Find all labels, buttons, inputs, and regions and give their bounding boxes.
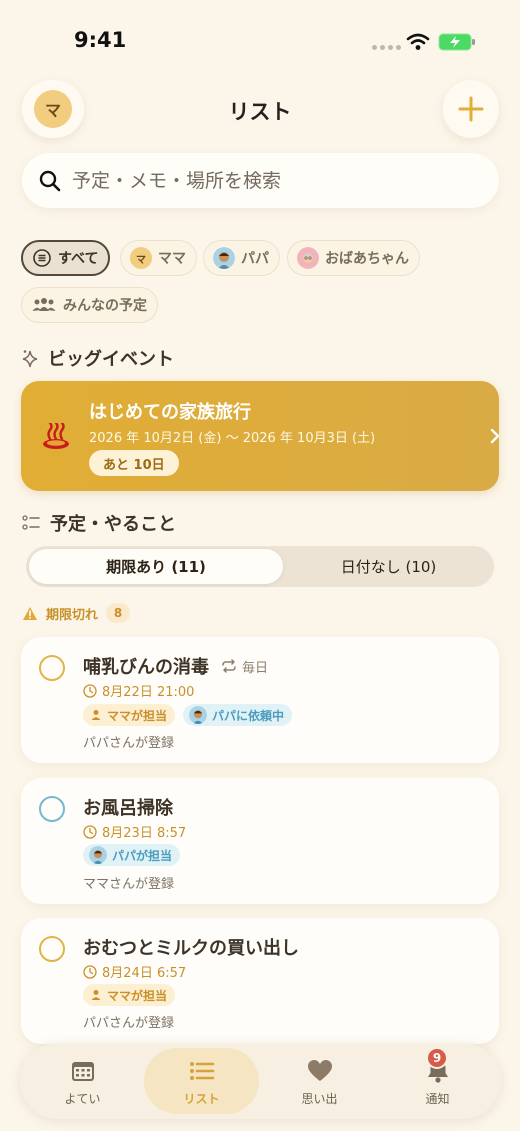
- notification-badge: 9: [426, 1047, 448, 1069]
- big-event-heading: ビッグイベント: [22, 345, 174, 371]
- filter-chip-everyone[interactable]: みんなの予定: [21, 287, 158, 323]
- task-owner: パパさんが登録: [83, 736, 175, 751]
- filter-chip-label: パパ: [241, 251, 269, 267]
- task-owner: パパさんが登録: [83, 1016, 175, 1031]
- big-event-card[interactable]: はじめての家族旅行 2026 年 10月2日 (金) 〜 2026 年 10月3…: [21, 381, 500, 491]
- task-due: 8月23日 8:57: [83, 822, 186, 841]
- task-tags: パパが担当: [83, 844, 181, 866]
- task-due-text: 8月22日 21:00: [102, 685, 195, 700]
- page-title: リスト: [228, 100, 292, 124]
- section-title: 予定・やること: [50, 514, 176, 535]
- filter-chip-all[interactable]: すべて: [21, 240, 111, 276]
- section-title: ビッグイベント: [48, 349, 174, 370]
- tab-list[interactable]: リスト: [144, 1043, 259, 1119]
- task-due: 8月22日 21:00: [83, 681, 194, 700]
- signal-icon: [372, 45, 401, 50]
- calendar-icon: [71, 1062, 94, 1081]
- filter-chip-label: すべて: [58, 251, 99, 267]
- tab-label: よてい: [64, 1092, 101, 1106]
- filter-chip-label: みんなの予定: [63, 298, 147, 314]
- segment-no-date[interactable]: 日付なし (10): [286, 549, 491, 584]
- person-icon: [91, 990, 101, 1000]
- tag-label: パパが担当: [112, 848, 173, 863]
- papa-avatar: [189, 706, 208, 724]
- repeat-label: 毎日: [242, 660, 269, 676]
- task-checkbox[interactable]: [39, 936, 65, 962]
- task-due-text: 8月24日 6:57: [102, 966, 187, 981]
- task-checkbox[interactable]: [39, 796, 65, 822]
- tag-label: ママが担当: [107, 988, 168, 1003]
- countdown-badge: あと 10日: [89, 450, 179, 476]
- task-card[interactable]: おむつとミルクの買い出し 8月24日 6:57 ママが担当 パパさんが登録: [21, 918, 499, 1044]
- repeat-indicator: 毎日: [221, 657, 268, 676]
- status-time: 9:41: [74, 28, 127, 52]
- filter-chip-label: ママ: [158, 251, 186, 267]
- tab-schedule[interactable]: よてい: [25, 1043, 140, 1119]
- tab-memories[interactable]: 思い出: [262, 1043, 377, 1119]
- battery-icon: [438, 33, 475, 51]
- task-title-row: おむつとミルクの買い出し: [83, 934, 299, 960]
- hot-springs-icon: [43, 423, 69, 449]
- task-due-text: 8月23日 8:57: [102, 826, 187, 841]
- filter-chip-mama[interactable]: マ ママ: [120, 240, 197, 276]
- sparkle-icon: [22, 350, 38, 368]
- tab-label: 思い出: [301, 1092, 338, 1106]
- tab-label: リスト: [183, 1092, 220, 1106]
- segment-with-deadline[interactable]: 期限あり (11): [29, 549, 283, 584]
- mama-avatar: マ: [130, 247, 152, 269]
- task-title-row: 哺乳びんの消毒 毎日: [83, 653, 268, 679]
- chevron-right-icon: [490, 428, 500, 444]
- segmented-control: 期限あり (11) 日付なし (10): [26, 546, 494, 587]
- request-tag-papa: パパに依頼中: [183, 704, 293, 726]
- task-due: 8月24日 6:57: [83, 962, 186, 981]
- filter-chip-grandma[interactable]: おばあちゃん: [287, 240, 420, 276]
- task-tags: ママが担当 パパに依頼中: [83, 704, 293, 726]
- clock-icon: [83, 683, 97, 698]
- clock-icon: [83, 964, 97, 979]
- task-checkbox[interactable]: [39, 655, 65, 681]
- assignee-tag-papa: パパが担当: [83, 844, 181, 866]
- checklist-icon: [22, 515, 40, 530]
- tag-label: ママが担当: [107, 708, 168, 723]
- task-title: おむつとミルクの買い出し: [83, 938, 299, 959]
- overdue-count: 8: [106, 603, 131, 623]
- assignee-tag-mama: ママが担当: [83, 704, 176, 726]
- search-bar[interactable]: [22, 153, 499, 208]
- task-card[interactable]: 哺乳びんの消毒 毎日 8月22日 21:00 ママが担当 パパに依頼中 パパさん…: [21, 637, 499, 763]
- task-title: お風呂掃除: [83, 798, 173, 819]
- event-title: はじめての家族旅行: [89, 402, 251, 423]
- plus-icon: [458, 96, 484, 122]
- task-title: 哺乳びんの消毒: [83, 657, 209, 678]
- heart-icon: [307, 1060, 332, 1081]
- search-icon: [39, 170, 61, 191]
- wifi-icon: [406, 33, 430, 50]
- overdue-label: 期限切れ: [46, 607, 99, 623]
- event-dates: 2026 年 10月2日 (金) 〜 2026 年 10月3日 (土): [89, 431, 376, 446]
- search-input[interactable]: [72, 169, 472, 192]
- papa-avatar: [213, 247, 235, 269]
- people-icon: [32, 298, 56, 311]
- status-bar: 9:41: [0, 0, 520, 80]
- tag-label: パパに依頼中: [212, 708, 285, 723]
- list-icon: [189, 1062, 214, 1080]
- task-tags: ママが担当: [83, 984, 176, 1006]
- clock-icon: [83, 824, 97, 839]
- person-icon: [91, 710, 101, 720]
- warning-icon: [23, 606, 37, 620]
- filter-chip-papa[interactable]: パパ: [203, 240, 280, 276]
- tab-label: 通知: [425, 1092, 450, 1106]
- grandma-avatar: [297, 247, 319, 269]
- assignee-tag-mama: ママが担当: [83, 984, 176, 1006]
- overdue-header: 期限切れ 8: [22, 603, 131, 623]
- task-title-row: お風呂掃除: [83, 794, 173, 820]
- task-card[interactable]: お風呂掃除 8月23日 8:57 パパが担当 ママさんが登録: [21, 778, 499, 904]
- filter-chip-label: おばあちゃん: [325, 251, 409, 267]
- todo-heading: 予定・やること: [22, 510, 176, 536]
- papa-avatar: [89, 846, 107, 864]
- add-button[interactable]: [443, 80, 499, 138]
- repeat-icon: [222, 659, 236, 673]
- task-owner: ママさんが登録: [83, 877, 175, 892]
- list-circle-icon: [33, 249, 51, 267]
- header: マ リスト: [0, 80, 520, 140]
